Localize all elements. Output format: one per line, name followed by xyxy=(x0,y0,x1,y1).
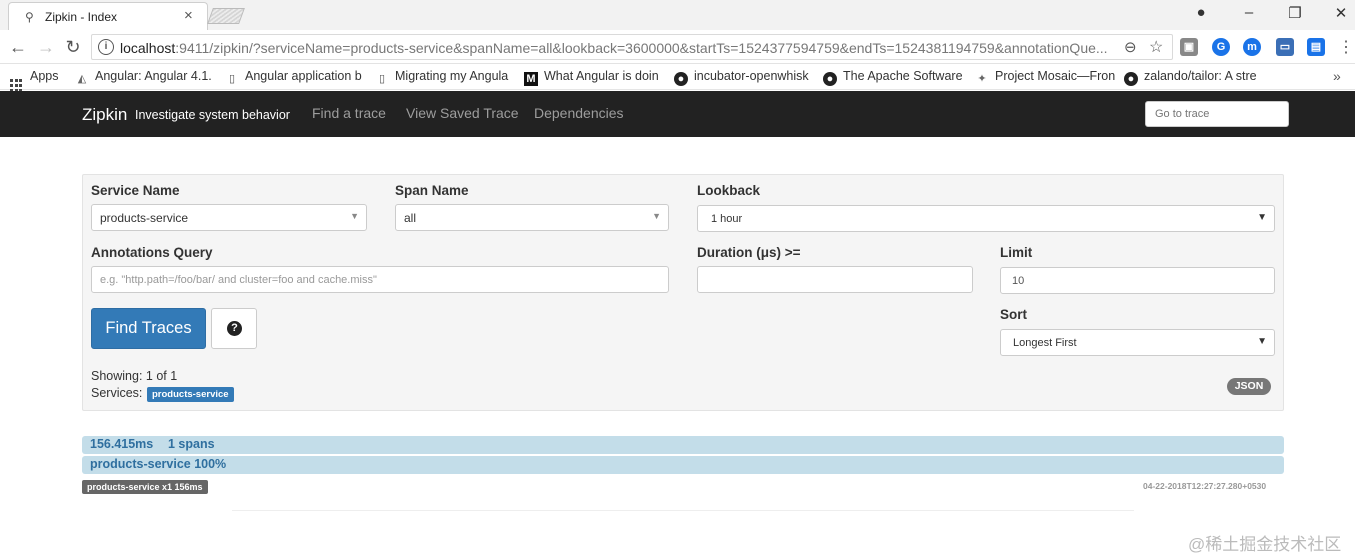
github-icon: ● xyxy=(1124,72,1138,86)
trace-service-bar[interactable]: products-service 100% xyxy=(82,456,1284,474)
bookmark-zalando[interactable]: ● zalando/tailor: A stre xyxy=(1124,69,1257,86)
extension-icon[interactable]: ▣ xyxy=(1180,38,1198,56)
browser-toolbar: ← → ↻ i localhost:9411/zipkin/?serviceNa… xyxy=(0,30,1355,64)
forward-arrow-icon[interactable]: → xyxy=(35,36,57,58)
sort-label: Sort xyxy=(1000,307,1027,322)
mosaic-icon: ✦ xyxy=(977,73,987,85)
close-tab-icon[interactable]: × xyxy=(184,7,193,24)
help-button[interactable]: ? xyxy=(211,308,257,349)
new-tab-button[interactable] xyxy=(207,8,245,24)
page-icon: ▯ xyxy=(228,73,236,85)
nav-dependencies[interactable]: Dependencies xyxy=(534,105,624,121)
question-icon: ? xyxy=(227,321,242,336)
screen-extension-icon[interactable]: ▭ xyxy=(1276,38,1294,56)
minimize-icon[interactable]: – xyxy=(1239,4,1259,21)
bookmark-openwhisk[interactable]: ● incubator-openwhisk xyxy=(674,69,809,86)
limit-label: Limit xyxy=(1000,245,1033,260)
angular-icon: ◭ xyxy=(77,73,87,85)
duration-label: Duration (μs) >= xyxy=(697,245,801,260)
zipkin-navbar: Zipkin Investigate system behavior Find … xyxy=(0,91,1355,137)
goto-trace-input[interactable] xyxy=(1145,101,1289,127)
dropdown-caret-icon: ▼ xyxy=(1257,212,1267,223)
bookmark-apps[interactable]: Apps xyxy=(10,69,59,93)
service-name-label: Service Name xyxy=(91,183,180,198)
tab-title: Zipkin - Index xyxy=(45,10,118,24)
bookmark-mosaic[interactable]: ✦ Project Mosaic—Fron xyxy=(975,69,1115,86)
m-extension-icon[interactable]: m xyxy=(1243,38,1261,56)
menu-dots-icon[interactable]: ⋮ xyxy=(1338,37,1354,57)
trace-service-percent: products-service 100% xyxy=(90,457,227,471)
bookmark-angular-app[interactable]: ▯ Angular application b xyxy=(225,69,362,86)
service-name-value: products-service xyxy=(100,211,189,225)
zipkin-tagline: Investigate system behavior xyxy=(135,108,290,122)
url-text[interactable]: localhost:9411/zipkin/?serviceName=produ… xyxy=(120,40,1108,56)
back-arrow-icon[interactable]: ← xyxy=(7,36,29,58)
info-icon[interactable]: i xyxy=(98,39,114,55)
zipkin-brand[interactable]: Zipkin xyxy=(82,105,127,125)
nav-view-saved-trace[interactable]: View Saved Trace xyxy=(406,105,519,121)
grammarly-icon[interactable]: G xyxy=(1212,38,1230,56)
dropdown-caret-icon: ▼ xyxy=(652,211,661,221)
span-name-label: Span Name xyxy=(395,183,469,198)
duration-input[interactable] xyxy=(697,266,973,293)
service-filter-badge[interactable]: products-service xyxy=(147,387,234,402)
lookback-label: Lookback xyxy=(697,183,761,198)
browser-tabbar: ⚲ Zipkin - Index × ● – ❐ ✕ xyxy=(0,0,1355,30)
restore-icon[interactable]: ❐ xyxy=(1285,4,1305,22)
sort-value: Longest First xyxy=(1013,337,1077,349)
trace-summary-bar[interactable]: 156.415ms 1 spans xyxy=(82,436,1284,454)
dropdown-caret-icon: ▼ xyxy=(1257,336,1267,347)
bookmarks-bar: Apps ◭ Angular: Angular 4.1. ▯ Angular app… xyxy=(0,64,1355,93)
annotations-query-input[interactable] xyxy=(91,266,669,293)
more-bookmarks-icon[interactable]: » xyxy=(1333,68,1341,84)
lookback-value: 1 hour xyxy=(711,213,743,225)
trace-timestamp: 04-22-2018T12:27:27.280+0530 xyxy=(1143,481,1267,491)
services-label: Services: xyxy=(91,386,143,400)
span-name-select[interactable]: all ▼ xyxy=(395,204,669,231)
bookmark-what-angular[interactable]: M What Angular is doin xyxy=(524,69,659,86)
annotations-query-label: Annotations Query xyxy=(91,245,213,260)
trace-span-count: 1 spans xyxy=(168,437,215,451)
divider xyxy=(232,510,1134,511)
service-duration-badge: products-service x1 156ms xyxy=(82,480,208,494)
profile-icon[interactable]: ● xyxy=(1191,4,1211,21)
bookmark-apache[interactable]: ● The Apache Software xyxy=(823,69,963,86)
lookback-select[interactable]: 1 hour ▼ xyxy=(697,205,1275,232)
sort-select[interactable]: Longest First ▼ xyxy=(1000,329,1275,356)
bookmark-star-icon[interactable]: ☆ xyxy=(1149,37,1163,57)
json-button[interactable]: JSON xyxy=(1227,378,1271,395)
bookmark-migrating[interactable]: ▯ Migrating my Angula xyxy=(375,69,508,86)
zoom-icon[interactable]: ⊖ xyxy=(1124,38,1137,56)
trace-duration: 156.415ms xyxy=(90,437,154,451)
search-panel: Service Name products-service ▼ Span Nam… xyxy=(82,174,1284,411)
close-window-icon[interactable]: ✕ xyxy=(1331,4,1351,22)
reload-icon[interactable]: ↻ xyxy=(62,36,84,58)
medium-icon: M xyxy=(524,72,538,86)
span-name-value: all xyxy=(404,211,417,225)
nav-find-trace[interactable]: Find a trace xyxy=(312,105,386,121)
dropdown-caret-icon: ▼ xyxy=(350,211,359,221)
zipkin-favicon-icon: ⚲ xyxy=(25,10,34,24)
bookmark-angular[interactable]: ◭ Angular: Angular 4.1. xyxy=(75,69,212,86)
showing-count: Showing: 1 of 1 xyxy=(91,369,178,383)
browser-tab[interactable]: ⚲ Zipkin - Index × xyxy=(8,2,208,30)
watermark: @稀土掘金技术社区 xyxy=(1188,535,1342,554)
address-bar[interactable]: i localhost:9411/zipkin/?serviceName=pro… xyxy=(91,34,1173,60)
page-icon: ▯ xyxy=(378,73,386,85)
github-icon: ● xyxy=(823,72,837,86)
limit-input[interactable] xyxy=(1000,267,1275,294)
service-name-select[interactable]: products-service ▼ xyxy=(91,204,367,231)
find-traces-button[interactable]: Find Traces xyxy=(91,308,206,349)
github-icon: ● xyxy=(674,72,688,86)
docs-extension-icon[interactable]: ▤ xyxy=(1307,38,1325,56)
